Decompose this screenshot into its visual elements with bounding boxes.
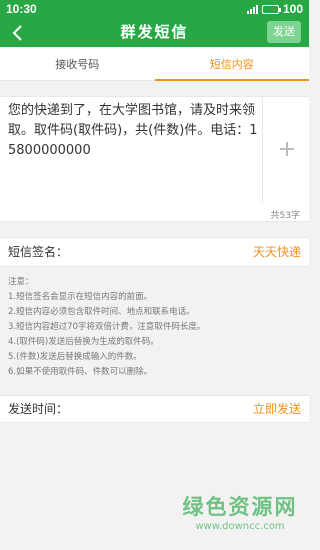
note-item: 5.(件数)发送后替换成输入的件数。 [8,352,142,362]
signature-row[interactable]: 短信签名： 天天快递 [0,237,309,267]
tab-bar: 接收号码 短信内容 [0,48,309,81]
note-item: 2.短信内容必须包含取件时间、地点和联系电话。 [8,307,195,317]
plus-icon [280,142,294,156]
tab-message-content[interactable]: 短信内容 [154,48,310,81]
note-item: 4.(取件码)发送后替换为生成的取件码。 [8,337,159,347]
char-count: 共53字 [270,211,300,221]
send-button[interactable]: 发送 [267,21,301,43]
send-time-label: 发送时间： [8,402,69,416]
add-placeholder-button[interactable] [262,97,309,202]
notes-section: 注意： 1.短信签名会显示在短信内容的前面。 2.短信内容必须包含取件时间、地点… [8,275,303,380]
watermark-title: 绿色资源网 [182,495,298,519]
note-item: 3.短信内容超过70字将双倍计费，注意取件码长度。 [8,322,206,332]
message-text-input[interactable]: 您的快递到了，在大学图书馆，请及时来领取。取件码(取件码)，共(件数)件。电话：… [8,101,258,161]
signature-value[interactable]: 天天快递 [253,238,301,267]
title-bar: 群发短信 发送 [0,18,309,47]
page-title: 群发短信 [120,23,189,41]
signal-icon [246,4,258,14]
send-time-row[interactable]: 发送时间： 立即发送 [0,395,309,423]
signature-label: 短信签名： [8,245,69,259]
watermark: 绿色资源网 www.downcc.com [176,493,304,533]
notes-title: 注意： [8,277,34,287]
status-bar: 10:30 100 [0,0,309,18]
message-editor: 您的快递到了，在大学图书馆，请及时来领取。取件码(取件码)，共(件数)件。电话：… [0,96,309,222]
note-item: 6.如果不使用取件码、件数可以删除。 [8,367,153,377]
note-item: 1.短信签名会显示在短信内容的前面。 [8,292,153,302]
status-time: 10:30 [6,2,37,16]
send-time-value[interactable]: 立即发送 [253,396,301,423]
battery-percent: 100 [282,2,303,16]
battery-icon [261,4,281,14]
watermark-url: www.downcc.com [195,521,285,532]
tab-recipients[interactable]: 接收号码 [0,48,155,80]
status-icons: 100 [246,2,303,16]
